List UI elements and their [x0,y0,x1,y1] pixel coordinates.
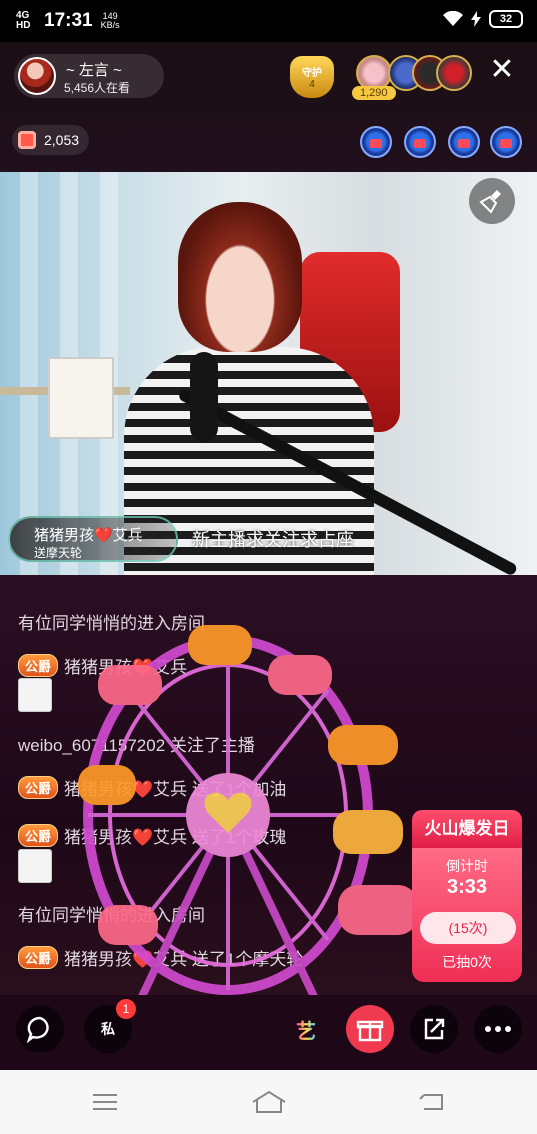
chat-message: 公爵 猪猪男孩❤️艾兵 送了1个加油 [18,775,286,800]
streamer-head [178,202,302,352]
home-button[interactable] [249,1086,289,1118]
chat-message: weibo_6071157202 关注了主播 [18,736,255,755]
host-notice: 新主播求关注求占座 [192,530,354,550]
gift-thumbnail [18,849,52,883]
lottery-title: 火山爆发日 [412,810,522,848]
microphone [190,352,218,442]
noble-badge: 公爵 [18,776,59,799]
home-icon [252,1090,286,1113]
private-message-button[interactable]: 私 1 [84,999,136,1053]
charging-icon [471,11,481,27]
back-button[interactable] [412,1086,452,1118]
vip-badge-icon[interactable] [490,126,522,158]
wifi-icon [443,11,463,26]
gift-button[interactable] [346,1005,394,1053]
host-name: ~ 左言 ~ [66,62,122,79]
chat-message: 公爵 猪猪男孩❤️艾兵 送了1个摩天轮 [18,945,303,970]
chat-message: 有位同学悄悄的进入房间 [18,906,205,925]
system-nav-bar [0,1070,537,1134]
fan-avatar[interactable] [436,55,472,91]
clock: 17:31 [44,10,93,31]
share-icon [424,1018,445,1040]
vip-badge-icon[interactable] [404,126,436,158]
chat-message: 公爵 猪猪男孩❤️艾兵 [18,653,187,678]
avatar[interactable] [18,57,56,95]
art-button[interactable]: 艺 [282,1005,330,1053]
close-button[interactable]: ✕ [487,55,517,86]
back-icon [419,1094,443,1110]
gift-thumbnail [18,678,52,712]
host-info[interactable]: ~ 左言 ~ 5,456人在看 [14,54,164,98]
chat-message: 公爵 猪猪男孩❤️艾兵 送了1个玫瑰 [18,823,286,848]
noble-badge: 公爵 [18,946,59,969]
gift-icon [356,1020,384,1042]
live-video[interactable]: 猪猪男孩❤️艾兵 送摩天轮 新主播求关注求占座 [0,172,537,575]
fan-count: 1,290 [352,86,396,100]
unread-badge: 1 [116,999,136,1019]
lottery-drawn-count: 已抽0次 [442,954,492,970]
comment-button[interactable] [16,1005,64,1053]
broom-icon[interactable] [469,178,515,224]
photo-frame [48,357,114,439]
chat-message: 有位同学悄悄的进入房间 [18,614,205,633]
bottom-toolbar: 私 1 艺 [0,995,537,1070]
chat-bubble-icon [26,1016,49,1043]
menu-button[interactable] [85,1086,125,1118]
lottery-subtitle: 倒计时 [446,858,488,874]
more-button[interactable] [474,1005,522,1053]
vip-badge-icon[interactable] [448,126,480,158]
viewer-count: 5,456人在看 [64,81,131,95]
vip-badge-icon[interactable] [360,126,392,158]
network-speed: 149 KB/s [100,11,120,30]
noble-badge: 公爵 [18,654,59,677]
lottery-timer: 3:33 [446,876,488,898]
art-label: 艺 [296,1015,316,1044]
menu-icon [93,1094,117,1110]
more-icon [485,1026,511,1032]
status-bar: 4G HD 17:31 149 KB/s 32 [0,0,537,42]
coin-count: 2,053 [44,132,80,148]
gift-banner: 猪猪男孩❤️艾兵 送摩天轮 [8,516,178,562]
room-header: ~ 左言 ~ 5,456人在看 守护 4 1,290 ✕ 2,053 [0,42,537,172]
coin-balance[interactable]: 2,053 [12,125,90,155]
coin-icon [18,131,36,149]
share-button[interactable] [410,1005,458,1053]
private-message-label: 私 [101,1021,115,1037]
lottery-widget[interactable]: 火山爆发日 倒计时 3:33 (15次) 已抽0次 [412,790,522,982]
network-indicator: 4G HD [16,10,31,31]
battery-icon: 32 [489,10,523,28]
guard-badge[interactable]: 守护 4 [290,56,334,98]
noble-badge: 公爵 [18,824,59,847]
lottery-draw-button[interactable]: (15次) [420,912,516,944]
